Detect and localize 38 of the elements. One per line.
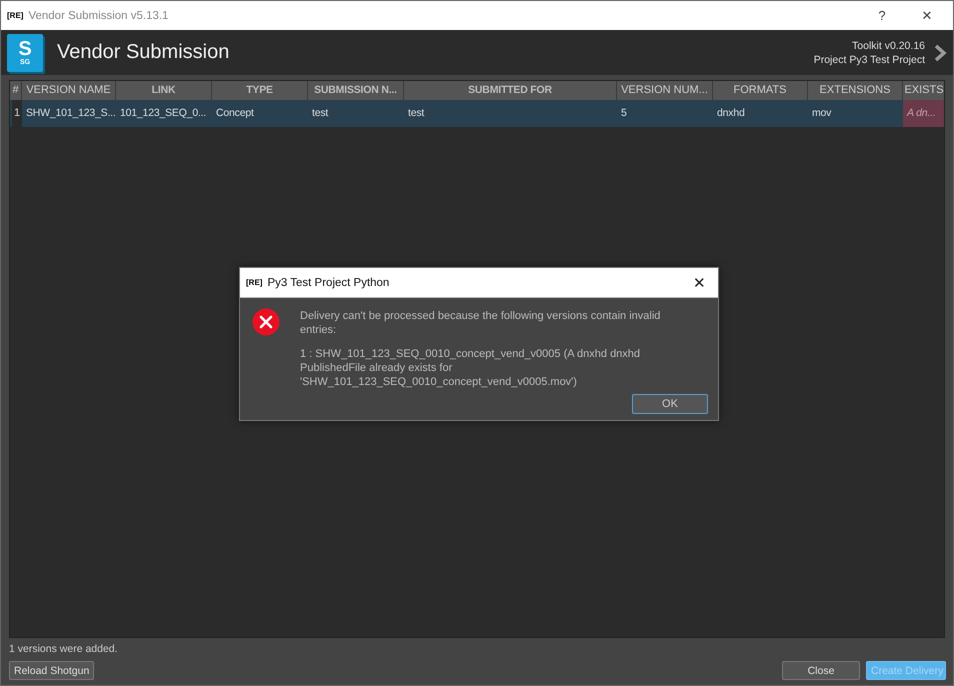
column-header[interactable]: TYPE [212,81,308,100]
table-cell: 101_123_SEQ_0... [116,100,212,127]
column-header[interactable]: EXISTS [903,81,944,100]
column-header[interactable]: FORMATS [713,81,808,100]
column-header[interactable]: VERSION NUM... [617,81,713,100]
action-button[interactable]: Close [782,661,860,680]
project-name: Project Py3 Test Project [814,52,925,66]
column-header[interactable]: SUBMISSION N... [308,81,404,100]
ok-button[interactable]: OK [632,394,708,414]
close-button[interactable]: ✕ [907,8,947,23]
toolkit-version: Toolkit v0.20.16 [852,38,925,52]
error-detail: 1 : SHW_101_123_SEQ_0010_concept_vend_v0005 (A dnxhd dnxhd PublishedFile already exists for 'SHW_101_123_SEQ_0010_concept_vend_v0005.mov') [300,347,642,389]
help-button[interactable]: ? [862,8,902,23]
table-cell: dnxhd [713,100,808,127]
app-label: [RE] [246,278,262,287]
error-icon [252,308,280,336]
app-label: [RE] [7,11,24,20]
close-button[interactable]: ✕ [687,274,712,292]
column-header[interactable]: # [10,81,22,100]
dialog-title: Py3 Test Project Python [267,276,390,288]
action-button[interactable]: Reload Shotgun [9,661,94,680]
table-cell: A dn... [903,100,944,127]
table-cell: 5 [617,100,713,127]
chevron-right-icon[interactable] [933,44,947,62]
table-cell: Concept [212,100,308,127]
column-header[interactable]: SUBMITTED FOR [404,81,617,100]
error-message: Delivery can't be processed because the following versions contain invalid entries: [300,309,662,337]
column-header[interactable]: VERSION NAME [22,81,116,100]
table-cell: mov [808,100,903,127]
table-cell: test [404,100,617,127]
status-text: 1 versions were added. [9,643,118,655]
window-title: Vendor Submission v5.13.1 [28,10,170,22]
table-cell: SHW_101_123_S... [22,100,116,127]
table-cell: test [308,100,404,127]
row-number: 1 [10,100,22,127]
column-header[interactable]: LINK [116,81,212,100]
app-title: Vendor Submission [57,41,230,64]
column-header[interactable]: EXTENSIONS [808,81,903,100]
